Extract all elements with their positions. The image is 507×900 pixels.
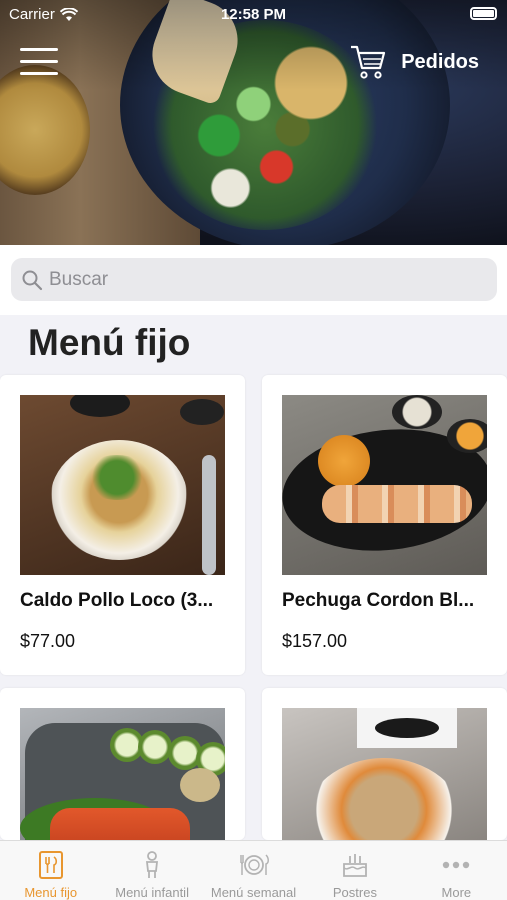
status-bar: Carrier 12:58 PM xyxy=(0,0,507,28)
hero-food-image xyxy=(0,0,507,245)
tab-more[interactable]: More xyxy=(406,841,507,900)
product-price: $157.00 xyxy=(282,631,348,651)
product-card[interactable] xyxy=(262,688,507,840)
product-name: Caldo Pollo Loco (3... xyxy=(20,590,214,611)
tab-label: Menú fijo xyxy=(24,885,78,900)
child-icon xyxy=(146,851,159,878)
status-time: 12:58 PM xyxy=(220,6,287,23)
hamburger-menu-icon[interactable] xyxy=(20,45,58,79)
search-input[interactable] xyxy=(49,268,469,291)
cart-icon xyxy=(351,45,386,79)
tab-bar: Menú fijo Menú infantil Menú semanal Pos… xyxy=(0,840,507,900)
tab-label: Menú semanal xyxy=(210,885,297,900)
product-photo-rice xyxy=(282,708,487,840)
product-photo-soup xyxy=(20,395,225,575)
more-dots-icon xyxy=(443,861,470,869)
search-bar[interactable] xyxy=(11,258,497,301)
product-card[interactable] xyxy=(0,688,245,840)
tab-label: Menú infantil xyxy=(115,885,189,900)
search-area xyxy=(0,245,507,315)
product-photo-chicken xyxy=(282,395,487,575)
search-icon xyxy=(22,270,43,290)
product-name: Pechuga Cordon Bl... xyxy=(282,590,475,611)
orders-label: Pedidos xyxy=(401,50,479,73)
orders-button[interactable]: Pedidos xyxy=(349,44,479,80)
battery-icon xyxy=(470,7,497,20)
tab-menu-fijo[interactable]: Menú fijo xyxy=(0,841,101,900)
menu-card-icon xyxy=(38,851,63,879)
tab-postres[interactable]: Postres xyxy=(304,841,405,900)
product-photo-fish xyxy=(20,708,225,840)
cutlery-plate-icon xyxy=(239,854,269,875)
tab-menu-infantil[interactable]: Menú infantil xyxy=(101,841,202,900)
tab-label: Postres xyxy=(332,885,377,900)
product-card[interactable]: Caldo Pollo Loco (3... $77.00 xyxy=(0,375,245,675)
tab-label: More xyxy=(441,885,472,900)
tab-menu-semanal[interactable]: Menú semanal xyxy=(203,841,304,900)
product-card[interactable]: Pechuga Cordon Bl... $157.00 xyxy=(262,375,507,675)
section-title: Menú fijo xyxy=(28,322,191,363)
cake-icon xyxy=(343,854,367,877)
product-price: $77.00 xyxy=(20,631,76,651)
